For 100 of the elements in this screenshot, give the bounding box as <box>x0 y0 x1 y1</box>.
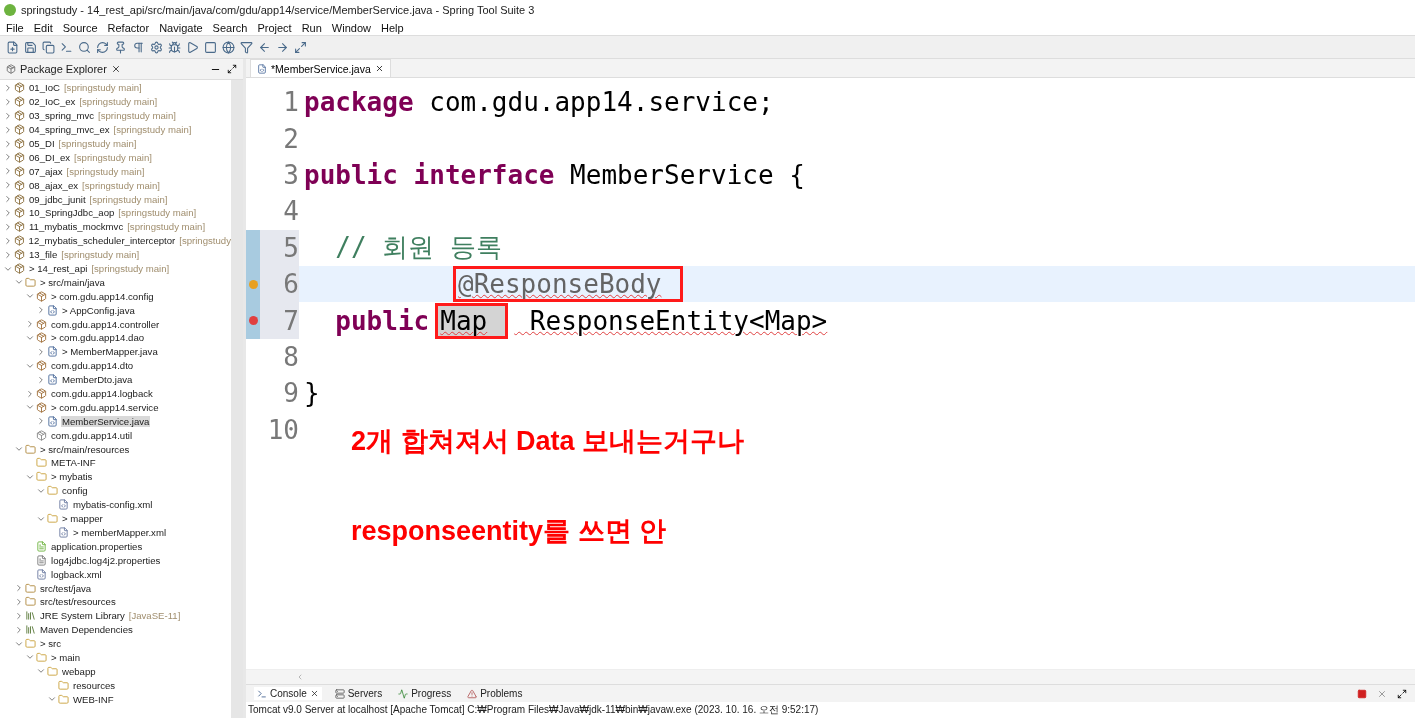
close-icon[interactable] <box>309 689 319 698</box>
forward-icon[interactable] <box>276 40 289 54</box>
pin-icon[interactable] <box>114 40 127 54</box>
new-file-icon[interactable] <box>6 40 19 54</box>
tree-item[interactable]: > com.gdu.app14.config <box>50 290 155 302</box>
tree-item[interactable]: > mapper <box>61 513 104 525</box>
menu-item[interactable]: Edit <box>33 21 53 34</box>
tree-item[interactable]: webapp <box>61 665 97 677</box>
menu-item[interactable]: Search <box>212 21 248 34</box>
back-icon[interactable] <box>258 40 271 54</box>
chevron-right-icon[interactable] <box>3 110 13 121</box>
chevron-right-icon[interactable] <box>3 180 13 191</box>
chevron-right-icon[interactable] <box>25 319 35 330</box>
menu-item[interactable]: Refactor <box>107 21 150 34</box>
tree-item[interactable]: > com.gdu.app14.dao <box>50 332 146 344</box>
pilcrow-icon[interactable] <box>132 40 145 54</box>
tree-item[interactable]: com.gdu.app14.controller <box>50 318 161 330</box>
close-icon[interactable] <box>110 64 121 74</box>
tree-item[interactable]: 05_DI <box>28 138 56 149</box>
menu-item[interactable]: Run <box>301 21 322 34</box>
chevron-right-icon[interactable] <box>3 82 13 93</box>
console-tab[interactable]: Problems <box>464 687 526 700</box>
chevron-right-icon[interactable] <box>36 374 46 385</box>
search-icon[interactable] <box>78 40 91 54</box>
tree-item[interactable]: resources <box>72 679 117 691</box>
tree-item[interactable]: 06_DI_ex <box>28 151 72 163</box>
chevron-right-icon[interactable] <box>14 624 24 635</box>
close-icon[interactable] <box>374 64 384 73</box>
editor-tab[interactable]: *MemberService.java <box>250 59 391 77</box>
chevron-right-icon[interactable] <box>36 346 46 357</box>
stop-icon[interactable] <box>204 40 217 54</box>
tree-item[interactable]: logback.xml <box>50 568 103 580</box>
tree-item[interactable]: com.gdu.app14.logback <box>50 388 154 400</box>
tree-item[interactable]: > src <box>39 638 63 650</box>
remove-icon[interactable] <box>1377 688 1387 699</box>
tree-item[interactable]: MemberService.java <box>61 415 151 427</box>
chevron-right-icon[interactable] <box>3 235 13 246</box>
chevron-right-icon[interactable] <box>14 596 24 607</box>
refresh-icon[interactable] <box>96 40 109 54</box>
chevron-right-icon[interactable] <box>3 221 13 232</box>
tree-item[interactable]: > memberMapper.xml <box>72 526 168 538</box>
tree-item[interactable]: log4jdbc.log4j2.properties <box>50 554 162 566</box>
tree-item[interactable]: config <box>61 485 89 497</box>
tree-item[interactable]: > main <box>50 651 82 663</box>
tree-item[interactable]: JRE System Library <box>39 610 126 622</box>
menu-item[interactable]: File <box>6 21 24 34</box>
chevron-right-icon[interactable] <box>36 416 46 427</box>
menu-item[interactable]: Navigate <box>159 21 203 34</box>
chevron-right-icon[interactable] <box>25 388 35 399</box>
scrollbar[interactable] <box>231 80 243 718</box>
chevron-right-icon[interactable] <box>3 138 13 149</box>
maximize-icon[interactable] <box>1397 688 1407 699</box>
console-tab[interactable]: Progress <box>395 687 455 700</box>
play-icon[interactable] <box>186 40 199 54</box>
console-tab[interactable]: Servers <box>331 687 386 700</box>
menu-item[interactable]: Help <box>381 21 404 34</box>
bug-icon[interactable] <box>168 40 181 54</box>
menu-item[interactable]: Project <box>257 21 292 34</box>
terminal-icon[interactable] <box>60 40 73 54</box>
tree-item[interactable]: > 14_rest_api <box>28 263 89 274</box>
globe-icon[interactable] <box>222 40 235 54</box>
scroll-left-icon[interactable] <box>296 673 304 681</box>
menu-item[interactable]: Source <box>62 21 98 34</box>
tree-item[interactable]: src/test/resources <box>39 596 117 608</box>
menu-item[interactable]: Window <box>331 21 371 34</box>
chevron-right-icon[interactable] <box>3 194 13 205</box>
chevron-right-icon[interactable] <box>3 96 13 107</box>
chevron-right-icon[interactable] <box>3 249 13 260</box>
tree-item[interactable]: > mybatis <box>50 471 94 483</box>
chevron-right-icon[interactable] <box>3 166 13 177</box>
tree-item[interactable]: 02_IoC_ex <box>28 96 77 108</box>
tree-item[interactable]: MemberDto.java <box>61 374 134 386</box>
tree-item[interactable]: 03_spring_mvc <box>28 110 96 122</box>
tree-item[interactable]: 12_mybatis_scheduler_interceptor <box>27 235 177 247</box>
tree-item[interactable]: com.gdu.app14.dto <box>50 360 135 372</box>
settings-icon[interactable] <box>150 40 163 54</box>
tree-item[interactable]: > src/main/java <box>39 276 106 288</box>
tree-item[interactable]: META-INF <box>50 457 97 469</box>
tree-item[interactable]: application.properties <box>50 540 144 552</box>
tree-item[interactable]: 04_spring_mvc_ex <box>28 124 111 136</box>
tree-item[interactable]: Maven Dependencies <box>39 624 134 636</box>
console-tab[interactable]: Console <box>254 687 322 700</box>
save-all-icon[interactable] <box>42 40 55 54</box>
tree-item[interactable]: WEB-INF <box>72 693 115 705</box>
tree-item[interactable]: > com.gdu.app14.service <box>50 401 160 413</box>
tree-item[interactable]: > src/main/resources <box>39 443 131 455</box>
stop-icon[interactable] <box>1357 688 1367 699</box>
tree-item[interactable]: 08_ajax_ex <box>28 179 80 191</box>
chevron-right-icon[interactable] <box>3 124 13 135</box>
tree-item[interactable]: 09_jdbc_junit <box>28 193 87 205</box>
tree-item[interactable]: 07_ajax <box>28 165 64 177</box>
tree-item[interactable]: src/test/java <box>39 582 93 594</box>
tree-item[interactable]: 13_file <box>28 249 59 261</box>
filter-icon[interactable] <box>240 40 253 54</box>
chevron-right-icon[interactable] <box>3 152 13 163</box>
chevron-right-icon[interactable] <box>3 207 13 218</box>
chevron-right-icon[interactable] <box>14 583 24 593</box>
save-icon[interactable] <box>24 40 37 54</box>
tree-item[interactable]: 10_SpringJdbc_aop <box>28 207 116 219</box>
chevron-right-icon[interactable] <box>14 610 24 621</box>
